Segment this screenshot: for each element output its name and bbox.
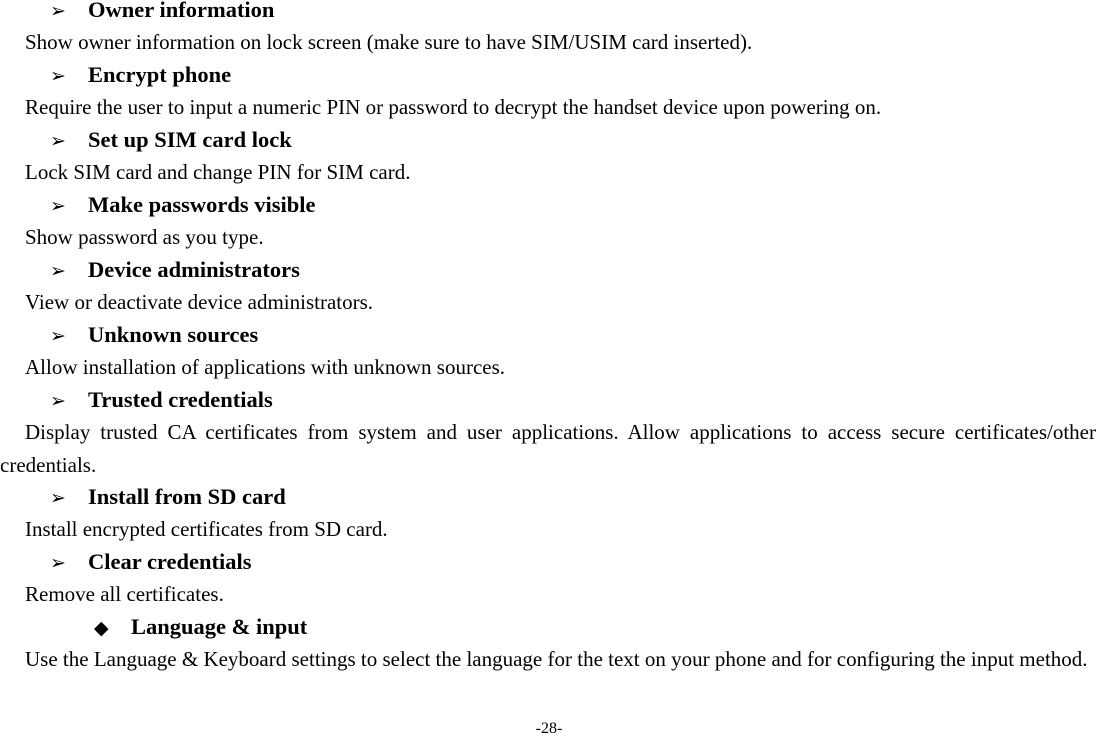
arrowhead-bullet-icon: ➢	[50, 196, 66, 217]
arrowhead-bullet-icon: ➢	[50, 1, 66, 22]
heading-text: Language & input	[131, 614, 308, 639]
section-description: Show owner information on lock screen (m…	[25, 30, 753, 54]
heading-text: Clear credentials	[88, 549, 252, 574]
section-description: Require the user to input a numeric PIN …	[25, 95, 882, 119]
section-heading-language-and-input: ◆ Language & input	[94, 614, 307, 642]
arrowhead-bullet-icon: ➢	[50, 261, 66, 282]
section-description: Show password as you type.	[25, 225, 264, 249]
section-heading-set-up-sim-card-lock: ➢ Set up SIM card lock	[50, 127, 292, 155]
section-description: Display trusted CA certificates from sys…	[0, 420, 1096, 477]
arrowhead-bullet-icon: ➢	[50, 488, 66, 509]
heading-text: Unknown sources	[88, 322, 259, 347]
section-heading-make-passwords-visible: ➢ Make passwords visible	[50, 192, 316, 220]
section-heading-device-administrators: ➢ Device administrators	[50, 257, 300, 285]
section-heading-clear-credentials: ➢ Clear credentials	[50, 549, 252, 577]
heading-text: Install from SD card	[88, 484, 286, 509]
section-description: View or deactivate device administrators…	[25, 290, 374, 314]
diamond-bullet-icon: ◆	[94, 618, 109, 639]
section-heading-encrypt-phone: ➢ Encrypt phone	[50, 62, 231, 90]
section-description: Allow installation of applications with …	[25, 355, 506, 379]
arrowhead-bullet-icon: ➢	[50, 326, 66, 347]
arrowhead-bullet-icon: ➢	[50, 131, 66, 152]
arrowhead-bullet-icon: ➢	[50, 66, 66, 87]
section-heading-owner-information: ➢ Owner information	[50, 0, 274, 25]
document-page: ➢ Owner information Show owner informatio…	[0, 0, 1098, 737]
section-heading-trusted-credentials: ➢ Trusted credentials	[50, 387, 273, 415]
page-number: -28-	[535, 720, 563, 737]
heading-text: Make passwords visible	[88, 192, 316, 217]
section-description: Install encrypted certificates from SD c…	[25, 517, 388, 541]
arrowhead-bullet-icon: ➢	[50, 391, 66, 412]
heading-text: Owner information	[88, 0, 275, 22]
heading-text: Trusted credentials	[88, 387, 273, 412]
section-description: Lock SIM card and change PIN for SIM car…	[25, 160, 411, 184]
section-description: Remove all certificates.	[25, 582, 224, 606]
heading-text: Device administrators	[88, 257, 300, 282]
arrowhead-bullet-icon: ➢	[50, 553, 66, 574]
section-heading-install-from-sd-card: ➢ Install from SD card	[50, 484, 286, 512]
section-description: Use the Language & Keyboard settings to …	[25, 647, 1088, 671]
section-heading-unknown-sources: ➢ Unknown sources	[50, 322, 258, 350]
heading-text: Set up SIM card lock	[88, 127, 292, 152]
heading-text: Encrypt phone	[88, 62, 232, 87]
